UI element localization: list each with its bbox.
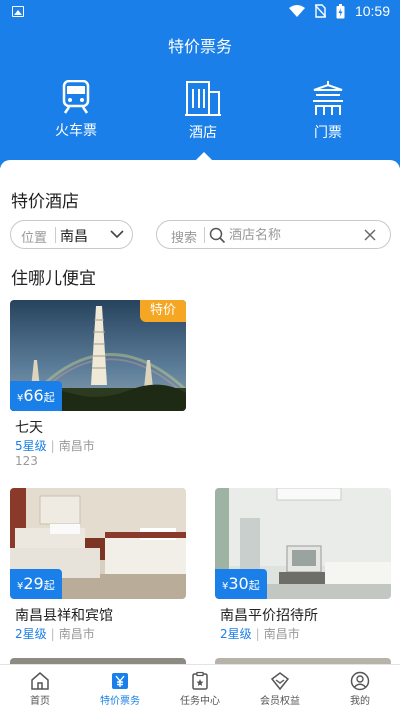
list-title: 住哪儿便宜 [11,269,96,289]
hotel-card[interactable]: 特价 ¥66 起 七天 5星级 | 南昌市 123 [10,300,186,468]
hotel-city: 南昌市 [58,627,95,641]
category-hotel[interactable]: 酒店 [153,80,253,142]
category-label: 火车票 [55,123,97,139]
train-icon [62,80,90,114]
diamond-icon [270,672,290,691]
status-time: 10:59 [354,3,390,19]
category-label: 酒店 [189,125,217,141]
divider [55,227,56,243]
hotel-city: 南昌市 [263,627,300,641]
search-label: 搜索 [171,231,198,246]
battery-icon [336,3,345,18]
divider [204,227,205,243]
yen-ticket-icon [112,673,128,689]
task-icon [192,671,208,690]
price-badge: ¥30 起 [215,569,267,599]
hotel-name: 南昌平价招待所 [220,608,318,624]
header-background: 10:59 特价票务 火车票 酒店 门票 [0,0,400,168]
hotel-icon [185,81,221,116]
hotel-photo: ¥29 起 [10,488,186,599]
hotel-star: 5星级 [15,439,47,453]
special-price-badge: 特价 [140,300,186,322]
price-badge: ¥29 起 [10,569,62,599]
main-content: 特价酒店 位置 南昌 搜索 住哪儿便宜 [0,160,400,666]
hotel-photo: 特价 ¥66 起 [10,300,186,411]
chevron-down-icon [110,230,124,239]
wifi-icon [288,5,305,17]
tab-home[interactable]: 首页 [0,665,80,711]
hotel-name: 七天 [15,420,43,436]
search-box[interactable]: 搜索 [156,220,391,249]
location-label: 位置 [21,231,48,246]
price-value: 66 [23,386,44,405]
category-train[interactable]: 火车票 [26,80,126,140]
search-icon [209,227,226,244]
tab-label: 任务中心 [180,696,220,707]
clear-icon[interactable] [364,229,376,241]
hotel-meta: 2星级 | 南昌市 [220,627,300,641]
tab-label: 我的 [350,696,370,707]
hotel-card[interactable]: ¥30 起 南昌平价招待所 2星级 | 南昌市 [215,488,391,642]
location-value: 南昌 [60,229,88,245]
page-title: 特价票务 [167,37,232,56]
price-value: 29 [23,574,44,593]
hotel-card[interactable]: ¥29 起 南昌县祥和宾馆 2星级 | 南昌市 [10,488,186,642]
home-icon [31,672,49,690]
image-notification-icon [12,6,24,17]
tab-member-benefits[interactable]: 会员权益 [240,665,320,711]
category-ticket[interactable]: 门票 [278,80,378,142]
hotel-star: 2星级 [220,627,252,641]
tab-task-center[interactable]: 任务中心 [160,665,240,711]
profile-icon [350,671,370,691]
location-selector[interactable]: 位置 南昌 [10,220,133,249]
tab-label: 特价票务 [100,696,140,707]
bottom-tab-bar: 首页 特价票务 任务中心 会员权益 我的 [0,664,400,711]
active-category-pointer [196,152,212,160]
hotel-desc: 123 [15,454,38,468]
tab-special-tickets[interactable]: 特价票务 [80,665,160,711]
status-bar: 10:59 [0,0,400,24]
no-sim-icon [314,4,326,18]
tab-profile[interactable]: 我的 [320,665,400,711]
tab-label: 首页 [30,696,50,707]
search-input[interactable] [229,225,349,245]
hotel-name: 南昌县祥和宾馆 [15,608,113,624]
hotel-meta: 2星级 | 南昌市 [15,627,95,641]
section-title: 特价酒店 [11,192,79,212]
hotel-meta: 5星级 | 南昌市 [15,439,95,453]
price-value: 30 [228,574,249,593]
hotel-photo: ¥30 起 [215,488,391,599]
price-badge: ¥66 起 [10,381,62,411]
hotel-city: 南昌市 [58,439,95,453]
category-label: 门票 [314,125,342,141]
tab-label: 会员权益 [260,696,300,707]
hotel-star: 2星级 [15,627,47,641]
ticket-gate-icon [313,81,343,115]
